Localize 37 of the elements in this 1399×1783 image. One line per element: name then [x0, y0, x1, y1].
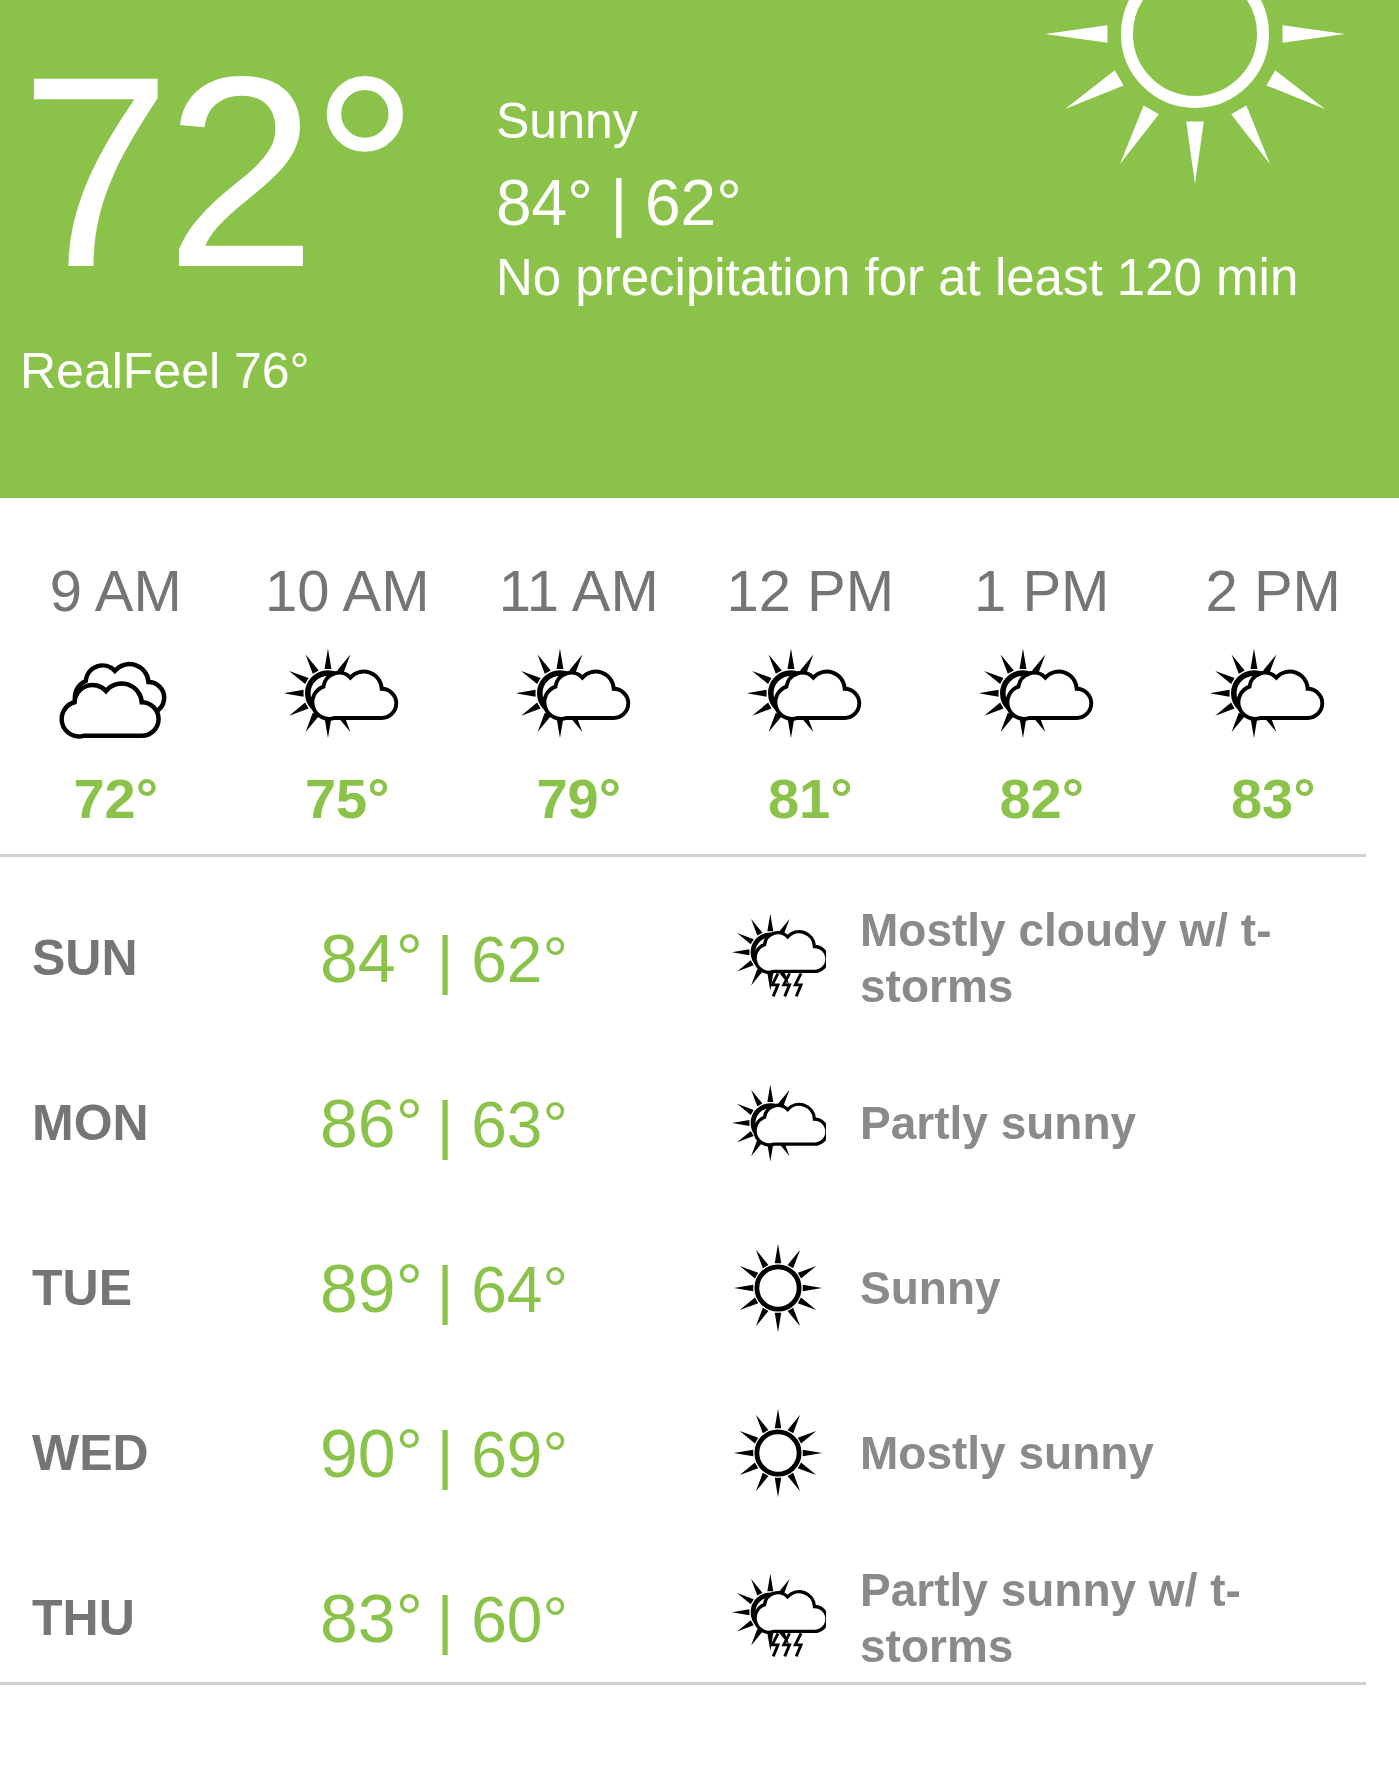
high-temperature: 86°: [320, 1083, 423, 1162]
condition-text: Sunny: [496, 92, 639, 150]
hour-temperature: 81°: [767, 766, 853, 831]
hour-label: 9 AM: [49, 558, 182, 624]
hour-temperature: 72°: [73, 766, 159, 831]
realfeel-text: RealFeel 76°: [20, 342, 311, 400]
low-temperature: | 64°: [436, 1252, 569, 1327]
hour-temperature: 79°: [536, 766, 622, 831]
hour-label: 1 PM: [974, 558, 1110, 624]
low-temperature: | 62°: [436, 922, 569, 997]
high-temperature: 90°: [320, 1413, 423, 1492]
hour-temperature: 75°: [304, 766, 390, 831]
forecast-summary: Mostly cloudy w/ t-storms: [860, 902, 1273, 1014]
hour-label: 12 PM: [726, 558, 895, 624]
forecast-summary: Partly sunny: [860, 1095, 1138, 1151]
forecast-summary: Mostly sunny: [860, 1425, 1155, 1481]
day-label: WED: [31, 1423, 150, 1482]
hour-label: 10 AM: [265, 558, 430, 624]
high-temperature: 89°: [320, 1248, 423, 1327]
current-temperature: 72°: [20, 36, 415, 308]
high-temperature: 83°: [320, 1578, 423, 1657]
day-label: MON: [31, 1093, 150, 1152]
precipitation-text: No precipitation for at least 120 min: [496, 248, 1300, 308]
high-temperature: 84°: [320, 918, 423, 997]
hour-temperature: 82°: [999, 766, 1085, 831]
hour-temperature: 83°: [1230, 766, 1316, 831]
day-label: THU: [31, 1588, 136, 1647]
day-label: TUE: [31, 1258, 133, 1317]
forecast-summary: Partly sunny w/ t-storms: [860, 1562, 1242, 1674]
low-temperature: | 60°: [436, 1582, 569, 1657]
hour-label: 2 PM: [1205, 558, 1341, 624]
low-temperature: | 69°: [436, 1417, 569, 1492]
forecast-summary: Sunny: [860, 1260, 1002, 1316]
high-low-text: 84° | 62°: [496, 166, 743, 240]
low-temperature: | 63°: [436, 1087, 569, 1162]
hour-label: 11 AM: [498, 558, 659, 624]
day-label: SUN: [31, 928, 139, 987]
